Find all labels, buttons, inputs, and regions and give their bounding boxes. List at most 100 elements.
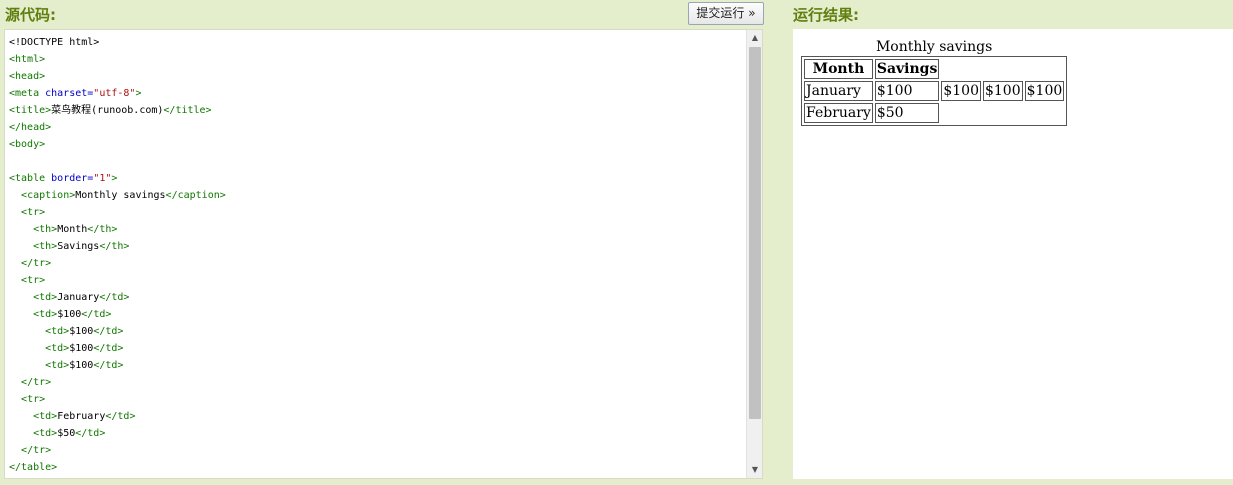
code-token: Savings (57, 241, 100, 252)
code-token: "utf-8" (93, 88, 136, 99)
result-table: Monthly savings Month Savings January $100 $… (801, 39, 1068, 126)
code-line[interactable]: <table border="1"> (9, 170, 226, 187)
submit-run-button[interactable]: 提交运行 » (688, 2, 764, 25)
scroll-thumb[interactable] (749, 47, 761, 419)
code-token: <!DOCTYPE html> (9, 37, 100, 48)
scroll-down-arrow-icon[interactable]: ▼ (747, 462, 762, 478)
code-line[interactable]: </tr> (9, 255, 226, 272)
code-token: "1" (93, 173, 112, 184)
table-cell: $100 (982, 81, 1023, 101)
code-token: <th> (33, 241, 58, 252)
code-token: <title> (9, 105, 52, 116)
table-cell: $100 (941, 81, 981, 101)
code-token: February (57, 411, 106, 422)
code-line[interactable]: <tr> (9, 272, 226, 289)
code-token: $50 (57, 428, 76, 439)
code-token: </th> (99, 241, 130, 252)
scroll-up-arrow-icon[interactable]: ▲ (747, 30, 762, 46)
table-header-cell: Month (804, 59, 873, 79)
code-token: </td> (93, 360, 124, 371)
code-line[interactable]: </tr> (9, 374, 226, 391)
code-token: </td> (93, 343, 124, 354)
code-line[interactable]: <head> (9, 68, 226, 85)
code-token: </td> (99, 292, 130, 303)
code-editor[interactable]: <!DOCTYPE html> <html> <head> <meta charset… (4, 29, 763, 479)
code-token: $100 (69, 360, 94, 371)
table-cell: $50 (874, 103, 940, 123)
code-line[interactable]: <title>菜鸟教程(runoob.com)</title> (9, 102, 226, 119)
code-line[interactable] (9, 153, 226, 170)
table-cell: $100 (874, 81, 940, 101)
code-token: </th> (87, 224, 118, 235)
code-token: </title> (163, 105, 212, 116)
code-token: <tr> (21, 275, 46, 286)
table-row: January $100 $100 $100 $100 (804, 81, 1065, 101)
table-row: February $50 (804, 103, 1064, 123)
table-header-row: Month Savings (804, 59, 1064, 79)
code-token: </caption> (165, 190, 226, 201)
code-token: </table> (9, 462, 58, 473)
code-scrollbar[interactable]: ▲ ▼ (746, 30, 762, 478)
code-line[interactable]: <body> (9, 136, 226, 153)
code-token: <td> (33, 292, 58, 303)
code-token: <td> (45, 360, 70, 371)
code-token: <td> (33, 309, 58, 320)
code-line[interactable]: </table> (9, 459, 226, 476)
code-line[interactable]: <!DOCTYPE html> (9, 34, 226, 51)
code-line[interactable]: <html> (9, 51, 226, 68)
code-token: <caption> (21, 190, 76, 201)
code-line[interactable]: <td>$100</td> (9, 357, 226, 374)
code-token: </tr> (21, 445, 52, 456)
code-token: <td> (33, 428, 58, 439)
code-line[interactable]: <th>Savings</th> (9, 238, 226, 255)
code-token: <table (9, 173, 52, 184)
code-token: <td> (33, 411, 58, 422)
code-token: January (57, 292, 100, 303)
source-code-title: 源代码: (5, 6, 56, 24)
table-cell: January (804, 81, 873, 101)
code-line[interactable]: <th>Month</th> (9, 221, 226, 238)
code-line[interactable]: <meta charset="utf-8"> (9, 85, 226, 102)
code-line[interactable]: <td>$100</td> (9, 323, 226, 340)
code-token: <tr> (21, 394, 46, 405)
code-token: > (111, 173, 118, 184)
code-token: <td> (45, 343, 70, 354)
code-line[interactable]: <tr> (9, 204, 226, 221)
code-token: </td> (105, 411, 136, 422)
code-line[interactable]: <td>$50</td> (9, 425, 226, 442)
code-line[interactable]: <td>$100</td> (9, 340, 226, 357)
code-token: <html> (9, 54, 46, 65)
code-line[interactable]: <tr> (9, 391, 226, 408)
code-line[interactable]: </tr> (9, 442, 226, 459)
code-line[interactable]: <caption>Monthly savings</caption> (9, 187, 226, 204)
code-line[interactable]: <td>January</td> (9, 289, 226, 306)
code-line[interactable]: <td>$100</td> (9, 306, 226, 323)
code-line[interactable]: <td>February</td> (9, 408, 226, 425)
code-text[interactable]: <!DOCTYPE html> <html> <head> <meta charset… (9, 34, 226, 476)
code-token: </td> (75, 428, 106, 439)
result-frame: Monthly savings Month Savings January $100 $… (793, 29, 1233, 479)
code-token: </tr> (21, 377, 52, 388)
code-token: <td> (45, 326, 70, 337)
code-line[interactable]: </head> (9, 119, 226, 136)
code-token: charset= (45, 88, 94, 99)
code-token: <th> (33, 224, 58, 235)
table-cell: $100 (1024, 81, 1065, 101)
code-token: </head> (9, 122, 52, 133)
run-result-title: 运行结果: (793, 6, 859, 24)
code-token: 菜鸟教程(runoob.com) (51, 105, 164, 116)
